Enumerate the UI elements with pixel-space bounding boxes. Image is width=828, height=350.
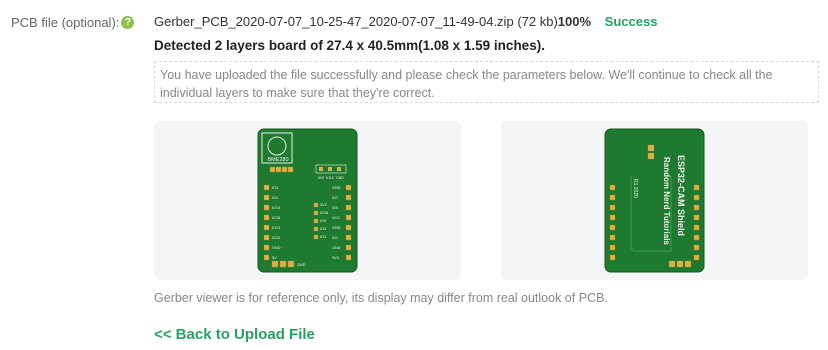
back-to-upload-link[interactable]: << Back to Upload File <box>154 326 315 343</box>
upload-size: (72 kb) <box>517 14 558 29</box>
bottom-pin-label: GND <box>297 263 306 267</box>
left-pin-label: GND <box>272 246 281 250</box>
board-year: R1 2020 <box>632 179 638 198</box>
right-pin-label: GND <box>332 186 341 190</box>
right-pin-label: IO7 <box>332 196 338 200</box>
right-pin-label: 3V3 <box>332 256 339 260</box>
header-label: GND <box>336 176 344 180</box>
left-pin-label: IO12 <box>272 236 280 240</box>
pcb-bottom-preview: ESP32-CAM Shield Random Nerd Tutorials R… <box>501 121 808 280</box>
left-pin-label: 5V <box>272 256 277 260</box>
upload-status: Success <box>604 14 658 29</box>
right-pin-label: IO0 <box>332 206 338 210</box>
left-pin-label: IO2 <box>272 196 278 200</box>
mid-pin-label: IO3 <box>320 227 326 231</box>
header-label: 3V3 <box>318 176 324 180</box>
upload-notice: You have uploaded the file successfully … <box>154 61 819 103</box>
pcb-top-render: BME280 3V3 IO13 GND IO4 IO2 IO14 IO15 IO… <box>257 128 358 273</box>
left-pin-label: IO13 <box>272 226 280 230</box>
left-pin-label: IO14 <box>272 206 280 210</box>
upload-filename: Gerber_PCB_2020-07-07_10-25-47_2020-07-0… <box>154 14 514 29</box>
board-title: ESP32-CAM Shield <box>676 155 686 236</box>
left-pin-label: IO4 <box>272 186 278 190</box>
right-pin-label: VCC <box>332 216 340 220</box>
mid-pin-label: IO1 <box>320 235 326 239</box>
left-pin-label: IO15 <box>272 216 280 220</box>
pcb-top-preview: BME280 3V3 IO13 GND IO4 IO2 IO14 IO15 IO… <box>154 121 461 280</box>
right-pin-label: GND <box>332 246 341 250</box>
right-pin-label: GND <box>332 226 341 230</box>
mid-pin-label: 3V3 <box>320 203 327 207</box>
upload-progress: 100% <box>557 14 592 29</box>
detected-board-summary: Detected 2 layers board of 27.4 x 40.5mm… <box>154 38 545 53</box>
mid-pin-label: IO16 <box>320 211 328 215</box>
reference-note: Gerber viewer is for reference only, its… <box>154 291 608 305</box>
right-pin-label: IO1 <box>332 236 338 240</box>
pcb-file-label-text: PCB file (optional): <box>11 15 120 30</box>
pcb-bottom-render: ESP32-CAM Shield Random Nerd Tutorials R… <box>604 128 705 273</box>
sensor-label: BME280 <box>267 157 288 163</box>
question-circle-icon[interactable]: ? <box>121 16 135 29</box>
board-subtitle: Random Nerd Tutorials <box>662 157 671 245</box>
mid-pin-label: IO0 <box>320 219 326 223</box>
upload-file-line: Gerber_PCB_2020-07-07_10-25-47_2020-07-0… <box>154 14 657 29</box>
header-label: IO13 <box>326 176 334 180</box>
pcb-file-label: PCB file (optional): ? <box>11 15 135 30</box>
